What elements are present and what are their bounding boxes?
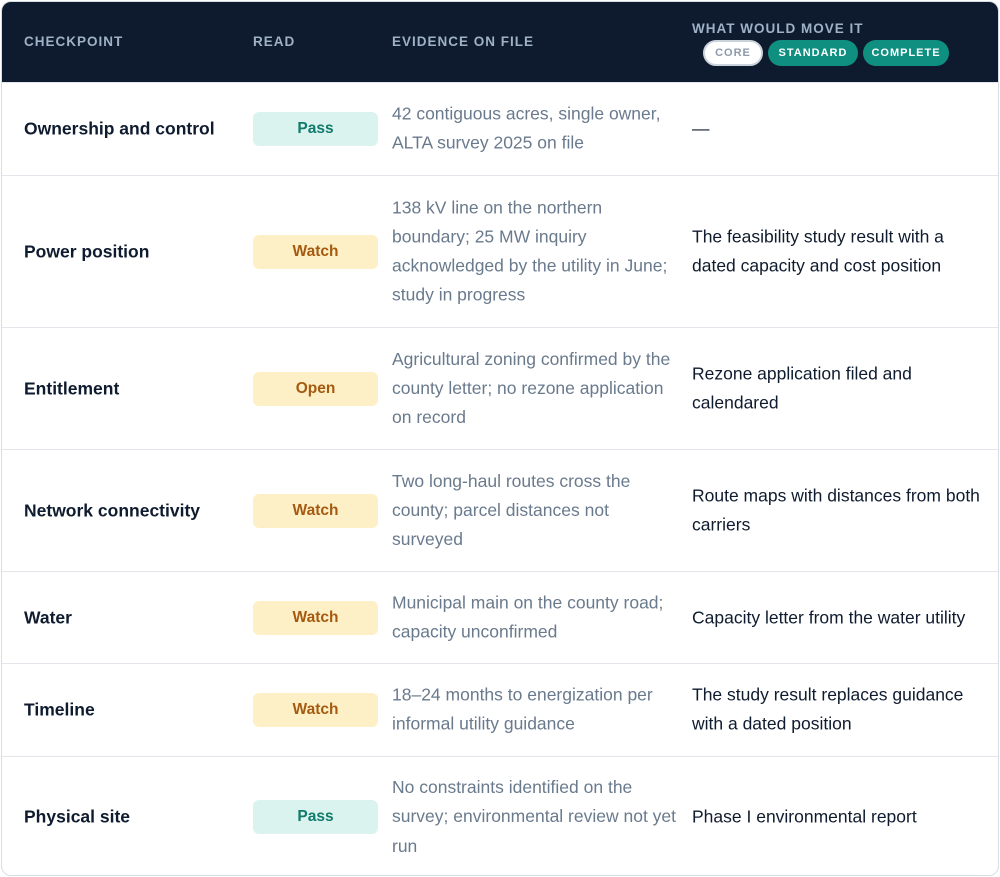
evidence-text: 42 contiguous acres, single owner, ALTA … [392,103,661,153]
checkpoint-table: CHECKPOINT READ EVIDENCE ON FILE WHAT WO… [1,1,999,876]
tier-standard-button[interactable]: STANDARD [768,40,858,66]
evidence-text: 138 kV line on the northern boundary; 25… [392,196,668,305]
checkpoint-name: Power position [24,241,150,261]
evidence-text: No constraints identified on the survey;… [392,777,677,856]
move-text: Capacity letter from the water utility [692,606,966,627]
move-text: The feasibility study result with a date… [692,226,944,276]
move-text: Rezone application filed and calendared [692,363,912,413]
header-what-would-move-it: WHAT WOULD MOVE IT [692,21,864,36]
header-checkpoint: CHECKPOINT [24,34,124,49]
tier-toggle-group: CORE STANDARD COMPLETE [703,40,949,66]
read-status-badge: Watch [253,234,378,269]
read-status-badge: Watch [253,493,378,528]
evidence-text: 18–24 months to energization per informa… [392,684,653,734]
tier-complete-button[interactable]: COMPLETE [863,40,949,66]
checkpoint-name: Ownership and control [24,118,215,139]
header-evidence: EVIDENCE ON FILE [392,34,535,49]
read-status-badge: Open [253,371,378,406]
evidence-text: Municipal main on the county road; capac… [392,592,664,642]
table-row: Power position Watch 138 kV line on the … [2,175,998,327]
evidence-text: Agricultural zoning confirmed by the cou… [392,348,671,428]
read-status-badge: Watch [253,600,378,635]
move-text: — [692,118,710,139]
table-row: Entitlement Open Agricultural zoning con… [2,327,998,449]
tier-core-button[interactable]: CORE [703,40,763,66]
move-text: The study result replaces guidance with … [692,684,964,734]
checkpoint-name: Timeline [24,699,95,720]
table-row: Timeline Watch 18–24 months to energizat… [2,663,998,756]
checkpoint-name: Entitlement [24,378,120,398]
move-text: Phase I environmental report [692,806,917,827]
header-read: READ [253,34,296,49]
table-row: Physical site Pass No constraints identi… [2,756,998,875]
read-status-badge: Pass [253,112,378,146]
checkpoint-name: Network connectivity [24,500,201,520]
read-status-badge: Pass [253,800,378,834]
table-row: Network connectivity Watch Two long-haul… [2,449,998,571]
move-text: Route maps with distances from both carr… [692,485,980,535]
checkpoint-name: Physical site [24,806,131,827]
checkpoint-name: Water [24,607,72,627]
table-row: Water Watch Municipal main on the county… [2,571,998,663]
table-row: Ownership and control Pass 42 contiguous… [2,82,998,175]
evidence-text: Two long-haul routes cross the county; p… [392,470,631,550]
table-header: CHECKPOINT READ EVIDENCE ON FILE WHAT WO… [2,2,998,82]
read-status-badge: Watch [253,693,378,727]
